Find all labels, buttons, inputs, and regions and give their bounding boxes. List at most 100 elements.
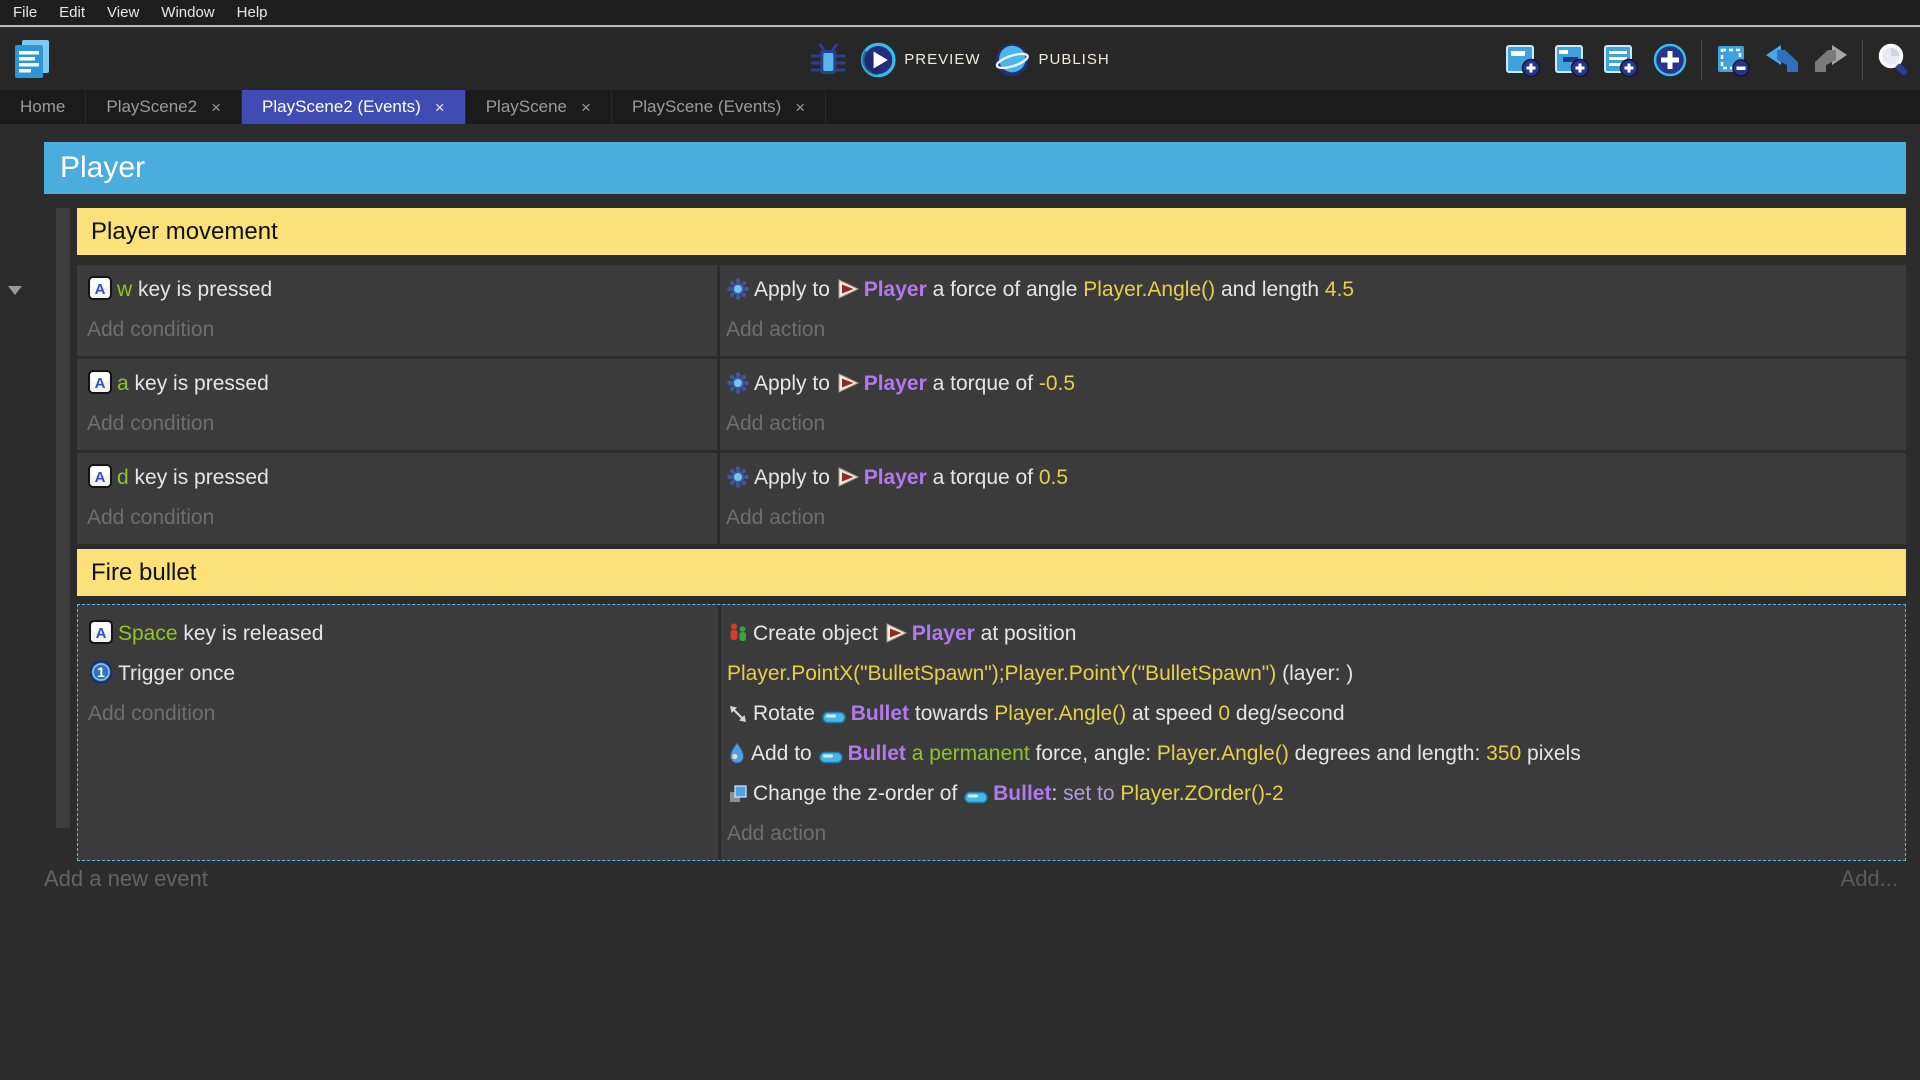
text-segment: degrees and length:	[1288, 742, 1487, 765]
event-row-fire-bullet[interactable]: A Space key is released 1 Trigger once Add…	[77, 604, 1906, 861]
publish-button[interactable]: PUBLISH	[994, 42, 1109, 78]
event-group-player: Player Player movement Aw key is pressed…	[44, 142, 1906, 861]
add-action-button[interactable]: Add action	[726, 310, 1898, 350]
player-object-icon	[837, 278, 859, 300]
rotate-icon	[728, 704, 748, 724]
event-row-a-key[interactable]: Aa key is pressed Add condition Apply to…	[77, 359, 1906, 450]
action-line[interactable]: Create object Player at position	[727, 614, 1897, 654]
preview-button[interactable]: PREVIEW	[860, 42, 980, 78]
tab-playscene[interactable]: PlayScene ×	[466, 90, 612, 124]
select-instructions-icon[interactable]	[1715, 42, 1751, 78]
text-segment: Player	[863, 372, 927, 395]
condition-line[interactable]: Aa key is pressed	[87, 364, 709, 404]
event-row-d-key[interactable]: Ad key is pressed Add condition Apply to…	[77, 453, 1906, 544]
text-segment: key is pressed	[128, 372, 269, 395]
player-object-icon	[885, 622, 907, 644]
redo-icon[interactable]	[1813, 42, 1849, 78]
preview-play-icon	[860, 42, 896, 78]
add-action-button[interactable]: Add action	[726, 498, 1898, 538]
add-action-button[interactable]: Add action	[727, 814, 1897, 854]
text-segment: 350	[1486, 742, 1522, 765]
tab-home[interactable]: Home	[0, 90, 87, 124]
close-icon[interactable]: ×	[211, 99, 221, 116]
svg-text:A: A	[95, 281, 106, 298]
text-segment: d	[117, 466, 129, 489]
search-icon[interactable]	[1876, 42, 1912, 78]
gdevelop-logo-icon[interactable]	[10, 36, 56, 82]
player-object-icon	[837, 372, 859, 394]
add-new-event-button[interactable]: Add a new event	[44, 866, 208, 892]
bullet-object-icon	[964, 791, 988, 804]
debug-icon[interactable]	[810, 42, 846, 78]
menu-window[interactable]: Window	[150, 0, 225, 26]
close-icon[interactable]: ×	[795, 99, 805, 116]
tab-playscene2[interactable]: PlayScene2 ×	[86, 90, 243, 124]
action-line[interactable]: Apply to Player a torque of 0.5	[726, 458, 1898, 498]
tab-playscene2-events[interactable]: PlayScene2 (Events) ×	[242, 90, 466, 124]
menu-edit[interactable]: Edit	[48, 0, 96, 26]
text-segment: w	[117, 278, 133, 301]
tab-label: PlayScene	[485, 97, 567, 116]
add-condition-button[interactable]: Add condition	[88, 694, 710, 734]
text-segment: a permanent	[911, 742, 1030, 765]
text-segment: Add to	[751, 742, 818, 765]
text-segment: a	[117, 372, 129, 395]
text-segment: Bullet	[993, 782, 1052, 805]
text-segment: Rotate	[753, 702, 821, 725]
keyboard-key-icon: A	[89, 620, 113, 644]
text-segment: Player.Angle()	[1083, 278, 1216, 301]
add-condition-button[interactable]: Add condition	[87, 310, 709, 350]
text-segment: key is released	[177, 622, 324, 645]
text-segment: Player.ZOrder()-2	[1120, 782, 1284, 805]
menu-help[interactable]: Help	[226, 0, 279, 26]
condition-line[interactable]: Aw key is pressed	[87, 270, 709, 310]
action-line[interactable]: Apply to Player a torque of -0.5	[726, 364, 1898, 404]
add-condition-button[interactable]: Add condition	[87, 404, 709, 444]
toolbar-right	[1505, 29, 1912, 90]
text-segment: Apply to	[754, 466, 836, 489]
menu-bar: File Edit View Window Help	[0, 0, 1920, 27]
tab-label: Home	[20, 97, 66, 116]
tab-playscene-events[interactable]: PlayScene (Events) ×	[612, 90, 827, 124]
undo-icon[interactable]	[1764, 42, 1800, 78]
action-line-continuation[interactable]: Player.PointX("BulletSpawn");Player.Poin…	[727, 654, 1897, 694]
preview-label: PREVIEW	[904, 51, 981, 68]
add-action-button[interactable]: Add action	[726, 404, 1898, 444]
add-subevent-icon[interactable]	[1554, 42, 1590, 78]
add-condition-button[interactable]: Add condition	[87, 498, 709, 538]
text-segment: at speed	[1126, 702, 1219, 725]
text-segment: Change the z-order of	[753, 782, 964, 805]
publish-globe-icon	[994, 42, 1030, 78]
action-line[interactable]: Add to Bullet a permanent force, angle: …	[727, 734, 1897, 774]
menu-file[interactable]: File	[2, 0, 48, 26]
group-header-fire-bullet[interactable]: Fire bullet	[77, 549, 1906, 596]
actions-column: Apply to Player a torque of -0.5 Add act…	[720, 359, 1906, 450]
text-segment: 4.5	[1324, 278, 1355, 301]
text-segment: Apply to	[754, 278, 836, 301]
text-segment: force, angle:	[1029, 742, 1157, 765]
add-event-icon[interactable]	[1505, 42, 1541, 78]
condition-line[interactable]: Ad key is pressed	[87, 458, 709, 498]
zorder-icon	[728, 784, 748, 804]
add-button[interactable]: Add...	[1841, 866, 1898, 892]
close-icon[interactable]: ×	[435, 99, 445, 116]
player-object-icon	[837, 466, 859, 488]
text-segment: Trigger once	[118, 662, 236, 685]
group-header-player[interactable]: Player	[44, 142, 1906, 194]
close-icon[interactable]: ×	[581, 99, 591, 116]
action-line[interactable]: Rotate Bullet towards Player.Angle() at …	[727, 694, 1897, 734]
event-row-w-key[interactable]: Aw key is pressed Add condition Apply to…	[77, 265, 1906, 356]
condition-line[interactable]: A Space key is released	[88, 614, 710, 654]
add-circle-icon[interactable]	[1652, 42, 1688, 78]
action-line[interactable]: Apply to Player a force of angle Player.…	[726, 270, 1898, 310]
text-segment: Space	[118, 622, 178, 645]
chevron-down-icon[interactable]	[8, 286, 22, 295]
condition-line[interactable]: 1 Trigger once	[88, 654, 710, 694]
menu-view[interactable]: View	[96, 0, 150, 26]
group-header-player-movement[interactable]: Player movement	[77, 208, 1906, 255]
trigger-once-icon: 1	[89, 660, 113, 684]
action-line[interactable]: Change the z-order of Bullet: set to Pla…	[727, 774, 1897, 814]
add-comment-icon[interactable]	[1603, 42, 1639, 78]
text-segment: Player.Angle()	[994, 702, 1127, 725]
tab-label: PlayScene2	[106, 97, 198, 116]
